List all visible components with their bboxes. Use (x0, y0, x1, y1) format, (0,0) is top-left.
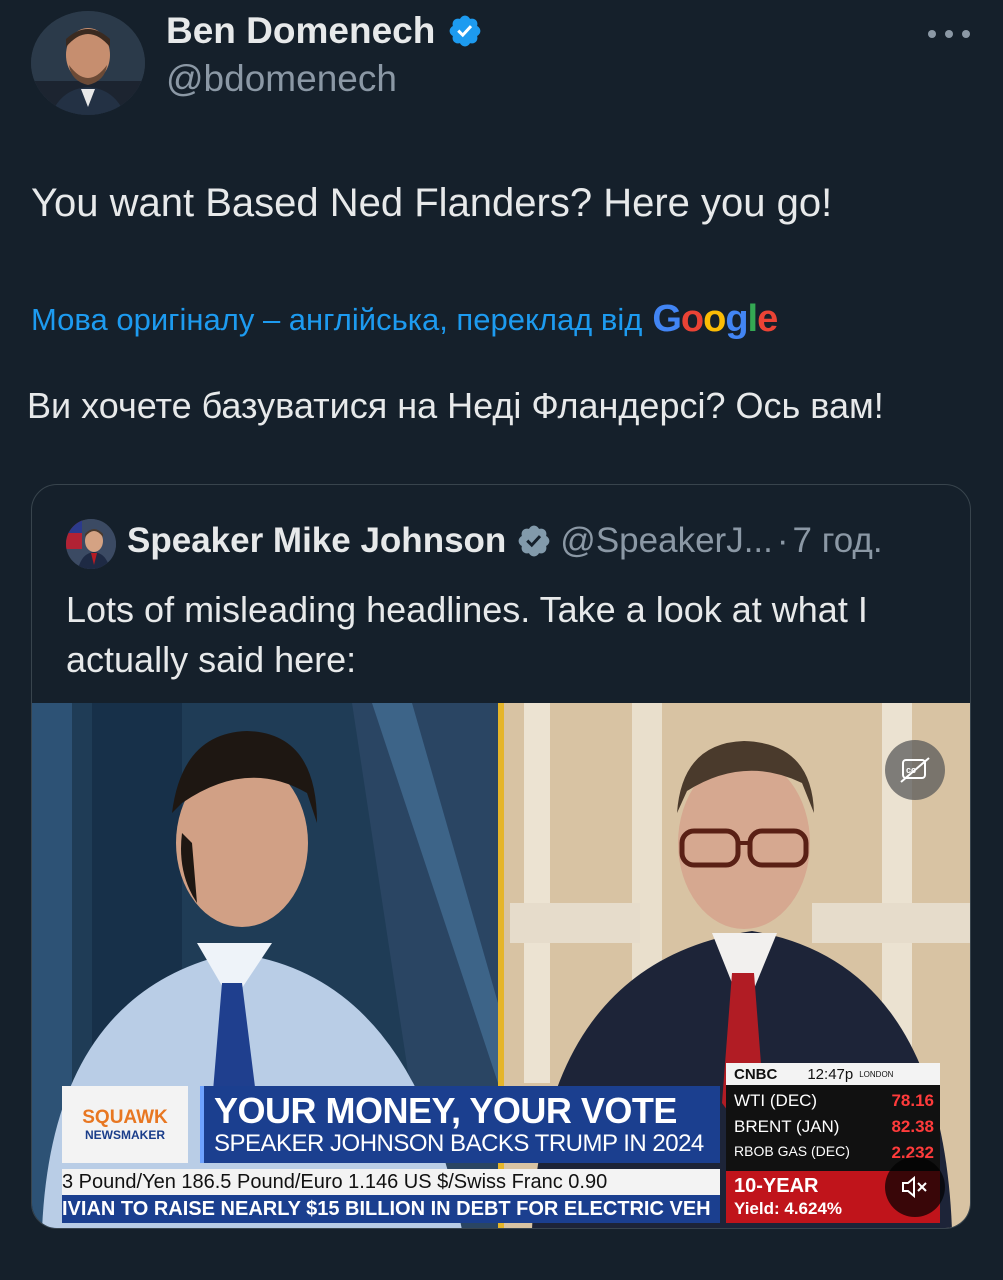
closed-captions-icon[interactable]: cc (885, 740, 945, 800)
market-row: WTI (DEC) 78.16 (734, 1091, 934, 1111)
author-name[interactable]: Ben Domenech (166, 10, 483, 52)
video-player[interactable]: cc SQUAWK NEWSMAKER YOUR MONEY, YOUR VOT… (32, 703, 970, 1228)
clock-city: LONDON (859, 1069, 894, 1079)
market-value: 82.38 (891, 1117, 934, 1136)
currency-ticker: 3 Pound/Yen 186.5 Pound/Euro 1.146 US $/… (62, 1169, 720, 1195)
tweet-text: You want Based Ned Flanders? Here you go… (31, 181, 833, 225)
market-row: BRENT (JAN) 82.38 (734, 1117, 934, 1137)
show-logo-line2: NEWSMAKER (85, 1127, 165, 1142)
quoted-author-name[interactable]: Speaker Mike Johnson (127, 521, 506, 561)
quoted-timestamp[interactable]: 7 год. (793, 521, 883, 561)
tweet-detail: Ben Domenech @bdomenech You want Based N… (0, 0, 1003, 1280)
chyron-headline-box: YOUR MONEY, YOUR VOTE SPEAKER JOHNSON BA… (200, 1086, 720, 1163)
clock: 12:47p (807, 1065, 854, 1083)
quoted-author-handle[interactable]: @SpeakerJ... (560, 521, 773, 561)
chyron-headline: YOUR MONEY, YOUR VOTE (214, 1090, 677, 1131)
market-value: 78.16 (891, 1091, 934, 1110)
quoted-header: Speaker Mike Johnson @SpeakerJ... · 7 го… (127, 521, 883, 561)
market-panel-header: CNBC 12:47p LONDON (726, 1063, 940, 1085)
author-avatar[interactable] (31, 11, 145, 115)
muted-speaker-icon[interactable] (885, 1157, 945, 1217)
gray-verified-badge-icon (518, 525, 550, 557)
market-label: WTI (DEC) (734, 1091, 818, 1110)
treasury-label: 10-YEAR (734, 1175, 819, 1197)
chyron-subheadline: SPEAKER JOHNSON BACKS TRUMP IN 2024 (214, 1130, 704, 1157)
translation-note-text[interactable]: Мова оригіналу – англійська, переклад ві… (31, 302, 642, 338)
network-logo: CNBC (734, 1065, 778, 1083)
translated-text: Ви хочете базуватися на Неді Фландерсі? … (27, 385, 884, 426)
market-label: RBOB GAS (DEC) (734, 1143, 850, 1159)
quoted-tweet-text: Lots of misleading headlines. Take a loo… (66, 589, 868, 680)
quoted-author-avatar[interactable] (66, 519, 116, 569)
show-logo: SQUAWK NEWSMAKER (62, 1086, 188, 1163)
market-label: BRENT (JAN) (734, 1117, 840, 1136)
more-icon[interactable] (928, 24, 970, 44)
show-logo-line1: SQUAWK (82, 1106, 168, 1128)
verified-badge-icon (449, 15, 481, 47)
translation-link[interactable]: Мова оригіналу – англійська, переклад ві… (31, 298, 778, 341)
news-ticker: IVIAN TO RAISE NEARLY $15 BILLION IN DEB… (62, 1195, 720, 1223)
author-handle[interactable]: @bdomenech (166, 58, 397, 100)
separator-dot: · (776, 521, 789, 560)
author-name-text[interactable]: Ben Domenech (166, 10, 435, 52)
treasury-yield: Yield: 4.624% (734, 1199, 843, 1218)
quoted-tweet-card[interactable]: Speaker Mike Johnson @SpeakerJ... · 7 го… (31, 484, 971, 1229)
google-logo: Google (652, 298, 778, 340)
